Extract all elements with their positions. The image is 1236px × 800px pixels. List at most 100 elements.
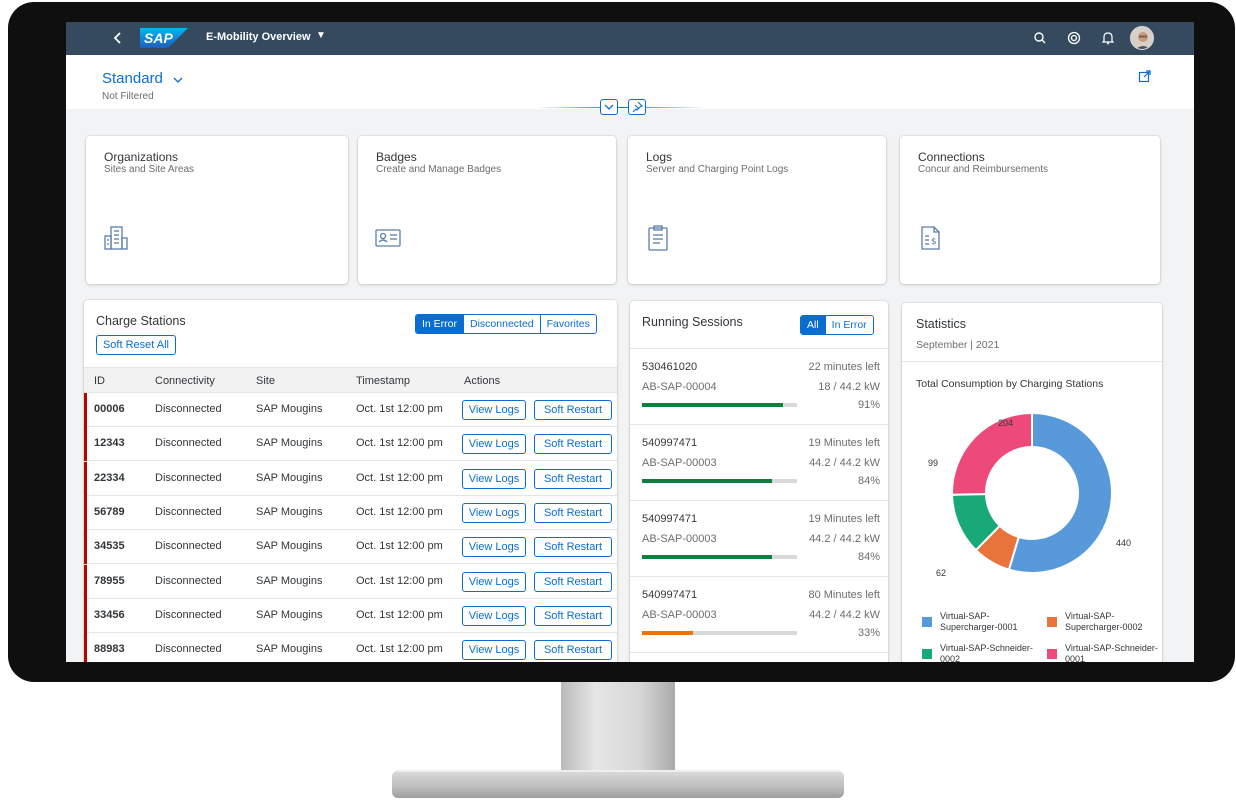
- legend-swatch: [922, 649, 932, 659]
- charge-stations-card: Charge Stations In Error Disconnected Fa…: [84, 300, 617, 662]
- session-id: 540997471: [642, 437, 698, 449]
- collapse-header-button[interactable]: [600, 99, 618, 115]
- time-left: 19 Minutes left: [808, 513, 880, 525]
- data-label: 99: [928, 458, 938, 468]
- sap-logo[interactable]: SAP: [140, 28, 188, 48]
- session-id: 530461020: [642, 361, 698, 373]
- notifications-bell-icon[interactable]: [1100, 30, 1116, 46]
- filter-in-error[interactable]: In Error: [824, 316, 873, 334]
- view-logs-button[interactable]: View Logs: [462, 605, 526, 626]
- soft-restart-button[interactable]: Soft Restart: [534, 571, 612, 592]
- connectivity-status: Disconnected: [155, 643, 222, 656]
- site-name: SAP Mougins: [256, 471, 323, 484]
- view-logs-button[interactable]: View Logs: [462, 571, 526, 592]
- search-icon[interactable]: [1032, 30, 1048, 46]
- soft-restart-button[interactable]: Soft Restart: [534, 502, 612, 523]
- station-id: 56789: [94, 505, 125, 518]
- session-item[interactable]: 530461020 AB-SAP-00004 22 minutes left 18 /…: [630, 349, 888, 425]
- table-row[interactable]: 34535 Disconnected SAP Mougins Oct. 1st 12:…: [84, 530, 617, 565]
- soft-restart-button[interactable]: Soft Restart: [534, 468, 612, 489]
- badges-card[interactable]: Badges Create and Manage Badges: [358, 136, 616, 284]
- filter-in-error[interactable]: In Error: [416, 315, 464, 333]
- session-id: 540997471: [642, 589, 698, 601]
- filter-all[interactable]: All: [801, 316, 825, 334]
- station-id: 34535: [94, 540, 125, 553]
- view-logs-button[interactable]: View Logs: [462, 502, 526, 523]
- station-id: AB-SAP-00003: [642, 457, 717, 469]
- site-name: SAP Mougins: [256, 643, 323, 656]
- progress-bar: [642, 403, 797, 407]
- soft-restart-button[interactable]: Soft Restart: [534, 537, 612, 558]
- soft-restart-button[interactable]: Soft Restart: [534, 605, 612, 626]
- screen: SAP E-Mobility Overview ▼ Standard Not F: [66, 22, 1194, 662]
- station-id: 12343: [94, 437, 125, 450]
- sessions-filter[interactable]: All In Error: [800, 315, 874, 335]
- power: 44.2 / 44.2 kW: [809, 533, 880, 545]
- back-icon[interactable]: [110, 28, 126, 48]
- view-logs-button[interactable]: View Logs: [462, 537, 526, 558]
- soft-restart-button[interactable]: Soft Restart: [534, 400, 612, 420]
- donut-slice[interactable]: [951, 411, 1033, 496]
- data-label: 204: [998, 418, 1013, 428]
- connectivity-status: Disconnected: [155, 505, 222, 518]
- filter-favorites[interactable]: Favorites: [539, 315, 596, 333]
- chart-title: Total Consumption by Charging Stations: [916, 378, 1104, 390]
- copilot-icon[interactable]: [1066, 30, 1082, 46]
- session-item[interactable]: 540997471 AB-SAP-00003 19 Minutes left 44.2…: [630, 425, 888, 501]
- charge-stations-filter[interactable]: In Error Disconnected Favorites: [415, 314, 597, 334]
- pin-header-button[interactable]: [628, 99, 646, 115]
- column-header-id[interactable]: ID: [94, 375, 105, 387]
- view-logs-button[interactable]: View Logs: [462, 400, 526, 420]
- chevron-down-icon[interactable]: [172, 72, 184, 90]
- session-item[interactable]: 540997471 AB-SAP-00003 80 Minutes left 44.2…: [630, 577, 888, 653]
- running-sessions-card: Running Sessions All In Error 530461020 A…: [630, 301, 888, 662]
- table-row[interactable]: 56789 Disconnected SAP Mougins Oct. 1st 12:…: [84, 495, 617, 530]
- session-item[interactable]: 540997471 AB-SAP-00003 19 Minutes left 44.2…: [630, 501, 888, 577]
- table-row[interactable]: 78955 Disconnected SAP Mougins Oct. 1st 12:…: [84, 564, 617, 599]
- table-row[interactable]: 88983 Disconnected SAP Mougins Oct. 1st 12:…: [84, 633, 617, 662]
- timestamp: Oct. 1st 12:00 pm: [356, 574, 443, 587]
- view-logs-button[interactable]: View Logs: [462, 640, 526, 661]
- user-avatar[interactable]: [1130, 26, 1154, 50]
- column-header-actions: Actions: [464, 375, 501, 387]
- table-row[interactable]: 22334 Disconnected SAP Mougins Oct. 1st 12:…: [84, 461, 617, 496]
- error-indicator: [84, 598, 87, 633]
- table-row[interactable]: 33456 Disconnected SAP Mougins Oct. 1st 12:…: [84, 598, 617, 633]
- timestamp: Oct. 1st 12:00 pm: [356, 505, 443, 518]
- app-title[interactable]: E-Mobility Overview: [206, 31, 311, 43]
- soft-restart-button[interactable]: Soft Restart: [534, 640, 612, 661]
- shell-bar: SAP E-Mobility Overview ▼: [66, 22, 1194, 55]
- error-indicator: [84, 495, 87, 530]
- organizations-card[interactable]: Organizations Sites and Site Areas: [86, 136, 348, 284]
- donut-chart: 440 62 99 204: [928, 411, 1131, 578]
- power: 18 / 44.2 kW: [818, 381, 880, 393]
- error-indicator: [84, 530, 87, 565]
- header-divider: [536, 107, 706, 108]
- column-header-connectivity[interactable]: Connectivity: [155, 375, 215, 387]
- connections-card[interactable]: Connections Concur and Reimbursements $: [900, 136, 1160, 284]
- column-header-site[interactable]: Site: [256, 375, 275, 387]
- variant-selector[interactable]: Standard: [102, 70, 163, 87]
- error-indicator: [84, 393, 87, 427]
- view-logs-button[interactable]: View Logs: [462, 434, 526, 455]
- error-indicator: [84, 564, 87, 599]
- soft-restart-button[interactable]: Soft Restart: [534, 434, 612, 455]
- card-title: Charge Stations: [96, 314, 186, 328]
- app-title-caret-icon[interactable]: ▼: [316, 30, 326, 41]
- view-logs-button[interactable]: View Logs: [462, 468, 526, 489]
- share-icon[interactable]: [1138, 69, 1152, 88]
- logs-card[interactable]: Logs Server and Charging Point Logs: [628, 136, 886, 284]
- station-id: AB-SAP-00003: [642, 609, 717, 621]
- card-subtitle: Server and Charging Point Logs: [646, 164, 789, 175]
- monitor-stand-base: [392, 772, 844, 798]
- column-header-timestamp[interactable]: Timestamp: [356, 375, 410, 387]
- clipboard-icon: [644, 224, 672, 257]
- filter-status: Not Filtered: [102, 91, 154, 102]
- table-row[interactable]: 00006 Disconnected SAP Mougins Oct. 1st 12:…: [84, 393, 617, 427]
- table-row[interactable]: 12343 Disconnected SAP Mougins Oct. 1st 12:…: [84, 427, 617, 462]
- error-indicator: [84, 427, 87, 462]
- filter-disconnected[interactable]: Disconnected: [463, 315, 540, 333]
- legend-swatch: [1047, 617, 1057, 627]
- soft-reset-all-button[interactable]: Soft Reset All: [96, 335, 176, 355]
- progress-fill: [642, 479, 773, 483]
